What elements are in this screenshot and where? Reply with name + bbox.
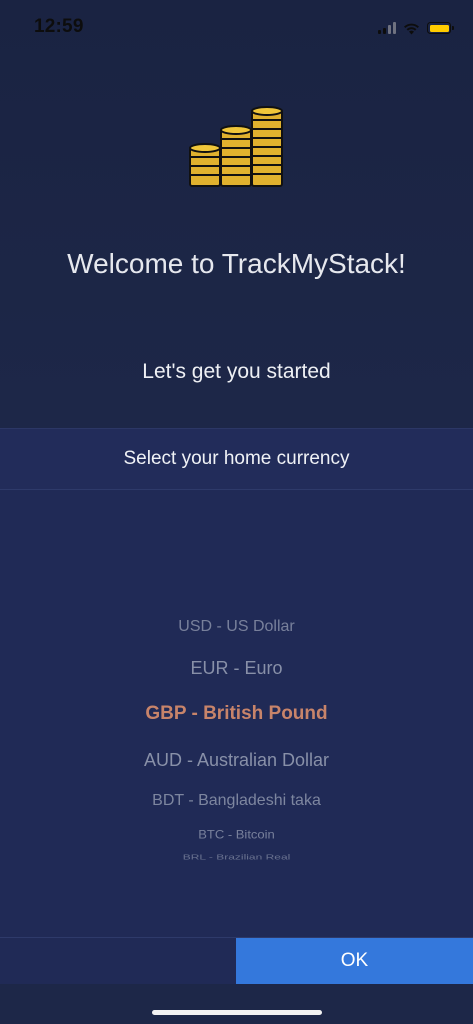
currency-option-usd[interactable]: USD - US Dollar bbox=[0, 618, 473, 636]
welcome-title: Welcome to TrackMyStack! bbox=[67, 248, 406, 279]
picker-header: Select your home currency bbox=[0, 428, 473, 490]
status-time: 12:59 bbox=[34, 16, 84, 37]
onboarding-screen: 12:59 Welcome to TrackMyStack! Let's get… bbox=[0, 0, 473, 1024]
currency-option-eur[interactable]: EUR - Euro bbox=[0, 658, 473, 679]
ok-button[interactable]: OK bbox=[236, 938, 473, 984]
currency-option-brl[interactable]: BRL - Brazilian Real bbox=[0, 853, 473, 861]
wifi-icon bbox=[404, 23, 419, 34]
battery-icon bbox=[427, 22, 454, 34]
currency-picker-sheet: Select your home currency USD - US Dolla… bbox=[0, 428, 473, 984]
status-bar: 12:59 bbox=[0, 0, 473, 56]
home-indicator bbox=[152, 1010, 322, 1015]
coin-stacks-icon bbox=[189, 106, 283, 187]
currency-option-btc[interactable]: BTC - Bitcoin bbox=[0, 828, 473, 842]
cellular-signal-icon bbox=[378, 22, 396, 34]
currency-option-aud[interactable]: AUD - Australian Dollar bbox=[0, 750, 473, 771]
currency-picker-wheel[interactable]: USD - US Dollar EUR - Euro GBP - British… bbox=[0, 490, 473, 938]
welcome-subtitle: Let's get you started bbox=[142, 360, 331, 383]
currency-option-gbp[interactable]: GBP - British Pound bbox=[0, 703, 473, 725]
picker-footer: OK bbox=[0, 937, 473, 984]
currency-option-bdt[interactable]: BDT - Bangladeshi taka bbox=[0, 792, 473, 810]
status-icons bbox=[378, 18, 454, 38]
